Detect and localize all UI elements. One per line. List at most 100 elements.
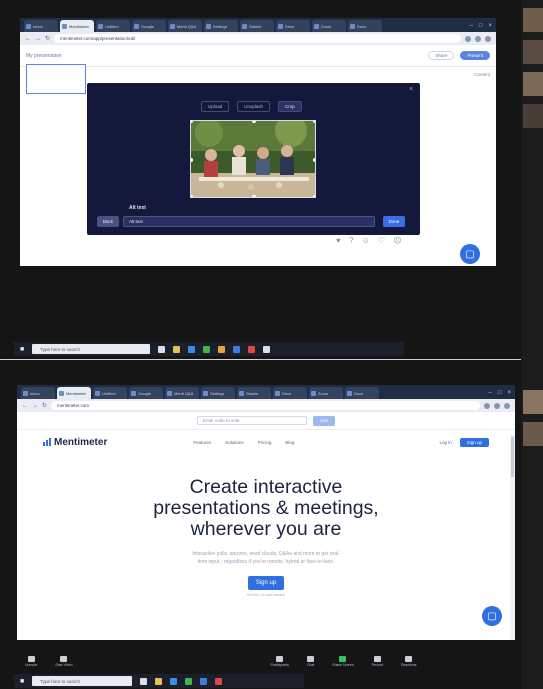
login-link[interactable]: Log in — [439, 440, 451, 445]
participant-video[interactable] — [523, 72, 543, 96]
file-explorer-icon[interactable] — [173, 345, 181, 353]
forward-arrow-icon[interactable]: → — [35, 36, 41, 42]
reload-icon[interactable]: ↻ — [42, 402, 47, 409]
crop-handle[interactable] — [191, 195, 193, 197]
tab-crop[interactable]: Crop — [278, 101, 302, 112]
forward-arrow-icon[interactable]: → — [32, 403, 38, 409]
signup-button-top[interactable]: Sign up — [459, 437, 489, 447]
taskbar-search-input[interactable]: Type here to search — [32, 676, 133, 686]
tab-upload[interactable]: Upload — [201, 101, 230, 112]
minimize-icon[interactable]: – — [470, 20, 473, 32]
image-preview[interactable] — [190, 120, 316, 198]
close-icon[interactable]: × — [409, 86, 413, 93]
extension-icon[interactable] — [475, 35, 481, 42]
chrome-icon[interactable] — [203, 345, 211, 353]
participant-video[interactable] — [523, 40, 543, 64]
browser-tab[interactable]: Inbox — [21, 387, 55, 399]
browser-tab[interactable]: Zoom — [309, 387, 343, 399]
crop-handle[interactable] — [313, 158, 315, 162]
profile-avatar[interactable] — [485, 35, 491, 42]
task-view-icon[interactable] — [158, 345, 166, 353]
browser-tab[interactable]: Sheets — [237, 387, 271, 399]
browser-tab-active[interactable]: Mentimeter — [60, 20, 94, 32]
taskbar-search-input[interactable]: Type here to search — [32, 344, 151, 354]
participant-video[interactable] — [523, 104, 543, 128]
maximize-icon[interactable]: □ — [479, 20, 483, 32]
app-icon[interactable] — [215, 677, 223, 685]
browser-tab[interactable]: Zoom — [312, 20, 346, 32]
participants-button[interactable]: Participants — [271, 655, 289, 667]
back-arrow-icon[interactable]: ← — [25, 36, 31, 42]
browser-tab[interactable]: Settings — [204, 20, 238, 32]
nav-solutions[interactable]: Solutions — [225, 440, 244, 445]
reactions-button[interactable]: Reactions — [401, 655, 417, 667]
app-icon[interactable] — [263, 345, 271, 353]
participant-video[interactable] — [523, 390, 543, 414]
crop-handle[interactable] — [313, 195, 315, 197]
record-button[interactable]: Record — [372, 655, 383, 667]
reload-icon[interactable]: ↻ — [45, 35, 50, 42]
maximize-icon[interactable]: □ — [498, 387, 502, 399]
scrollbar-thumb[interactable] — [511, 437, 514, 477]
nav-features[interactable]: Features — [193, 440, 211, 445]
crop-handle[interactable] — [313, 121, 315, 123]
windows-start-icon[interactable]: ■ — [20, 346, 24, 353]
browser-tab[interactable]: Google — [132, 20, 166, 32]
join-button[interactable]: Join — [313, 415, 335, 426]
extension-icon[interactable] — [494, 402, 500, 409]
done-button[interactable]: Done — [383, 216, 405, 227]
zoom-icon[interactable] — [233, 345, 241, 353]
mentimeter-logo[interactable]: Mentimeter — [43, 437, 107, 448]
profile-avatar[interactable] — [504, 402, 510, 409]
app-icon[interactable] — [218, 345, 226, 353]
browser-tab[interactable]: Inbox — [24, 20, 58, 32]
close-icon[interactable]: × — [507, 387, 511, 399]
url-input[interactable]: mentimeter.com/app/presentation/edit — [54, 34, 461, 43]
close-icon[interactable]: × — [488, 20, 492, 32]
extension-icon[interactable] — [465, 35, 471, 42]
browser-tab[interactable]: Sheets — [240, 20, 274, 32]
reaction-icons[interactable]: ♥ ? ☺ ♡ ☹ — [336, 236, 405, 245]
browser-tab[interactable]: Drive — [273, 387, 307, 399]
nav-pricing[interactable]: Pricing — [258, 440, 272, 445]
browser-tab[interactable]: Menti Q&A — [168, 20, 202, 32]
tab-unsplash[interactable]: Unsplash — [237, 101, 271, 112]
present-button[interactable]: Present — [460, 51, 490, 60]
alt-text-input[interactable]: Alt text — [123, 216, 375, 227]
nav-blog[interactable]: Blog — [285, 440, 294, 445]
unmute-button[interactable]: Unmute — [25, 655, 37, 667]
browser-tab[interactable]: Menti Q&A — [165, 387, 199, 399]
browser-tab[interactable]: Settings — [201, 387, 235, 399]
zoom-icon[interactable] — [200, 677, 208, 685]
edge-icon[interactable] — [188, 345, 196, 353]
browser-tab[interactable]: Drive — [276, 20, 310, 32]
chrome-icon[interactable] — [185, 677, 193, 685]
vote-code-input[interactable]: Enter code to vote — [197, 416, 307, 425]
participant-video[interactable] — [523, 8, 543, 32]
participant-video[interactable] — [523, 422, 543, 446]
crop-handle[interactable] — [252, 195, 256, 197]
content-panel-label[interactable]: Content — [474, 72, 490, 77]
share-screen-button[interactable]: Share Screen — [332, 655, 354, 667]
chat-button[interactable]: Chat — [307, 655, 314, 667]
browser-tab[interactable]: Docs — [348, 20, 382, 32]
extension-icon[interactable] — [484, 402, 490, 409]
chat-help-button[interactable]: ▢ — [460, 244, 480, 264]
file-explorer-icon[interactable] — [155, 677, 163, 685]
browser-tab[interactable]: Docs — [345, 387, 379, 399]
minimize-icon[interactable]: – — [489, 387, 492, 399]
app-icon[interactable] — [248, 345, 256, 353]
back-arrow-icon[interactable]: ← — [22, 403, 28, 409]
back-button[interactable]: Back — [97, 216, 119, 227]
slide-thumbnail[interactable] — [26, 64, 86, 94]
task-view-icon[interactable] — [140, 677, 148, 685]
browser-tab[interactable]: Google — [129, 387, 163, 399]
url-input[interactable]: mentimeter.com — [51, 401, 480, 410]
hero-signup-button[interactable]: Sign up — [247, 576, 285, 590]
chat-help-button[interactable]: ▢ — [482, 606, 502, 626]
browser-tab[interactable]: Untitled — [93, 387, 127, 399]
share-button[interactable]: Share — [428, 51, 455, 60]
edge-icon[interactable] — [170, 677, 178, 685]
windows-start-icon[interactable]: ■ — [20, 678, 24, 685]
browser-tab-active[interactable]: Mentimeter — [57, 387, 91, 399]
